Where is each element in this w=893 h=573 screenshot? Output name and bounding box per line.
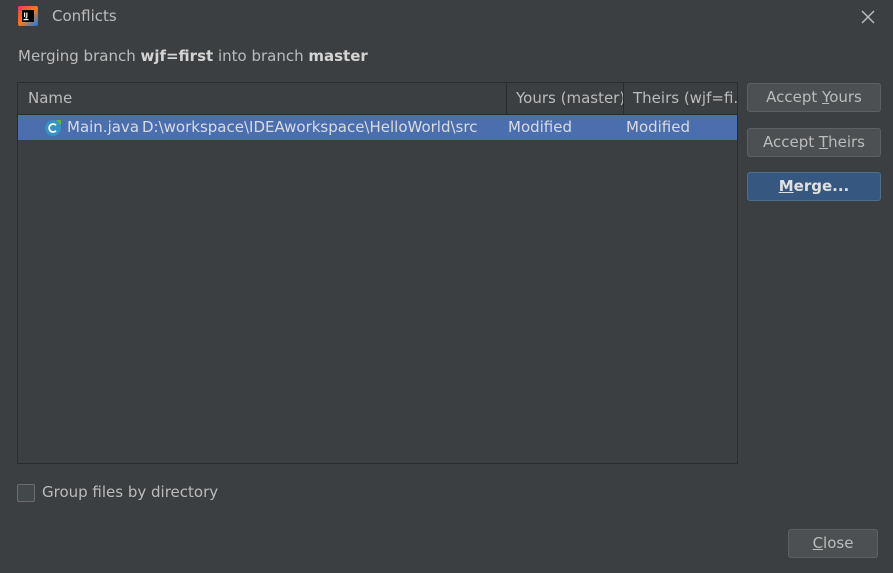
merge-mnemonic: M <box>778 177 794 195</box>
merge-button[interactable]: Merge... <box>747 172 881 201</box>
accept-theirs-mnemonic: T <box>818 133 829 151</box>
table-row[interactable]: Main.java D:\workspace\IDEAworkspace\Hel… <box>18 115 737 140</box>
close-mnemonic: C <box>812 534 824 552</box>
merge-description: Merging branch wjf=first into branch mas… <box>18 47 368 65</box>
intellij-idea-icon: IJ <box>18 6 38 26</box>
accept-yours-button[interactable]: Accept Yours <box>747 83 881 112</box>
column-header-yours[interactable]: Yours (master) <box>506 83 623 114</box>
accept-theirs-label-start: Accept <box>763 133 819 151</box>
file-name: Main.java <box>67 118 140 136</box>
title-bar: IJ Conflicts <box>0 0 893 34</box>
accept-yours-label-end: ours <box>829 88 862 106</box>
close-button[interactable]: Close <box>788 529 878 558</box>
file-path: D:\workspace\IDEAworkspace\HelloWorld\sr… <box>142 118 478 136</box>
close-label-end: lose <box>823 534 854 552</box>
close-icon[interactable] <box>858 7 878 27</box>
table-header: Name Yours (master) Theirs (wjf=fi... <box>18 83 737 115</box>
accept-theirs-button[interactable]: Accept Theirs <box>747 128 881 157</box>
column-header-name[interactable]: Name <box>18 83 506 114</box>
group-files-checkbox[interactable] <box>17 484 35 502</box>
source-branch: wjf=first <box>140 47 214 65</box>
subtitle-middle: into branch <box>213 47 309 65</box>
merge-label-end: erge... <box>793 177 850 195</box>
accept-yours-label-start: Accept <box>766 88 823 106</box>
theirs-status: Modified <box>626 118 691 136</box>
yours-status: Modified <box>508 118 573 136</box>
group-files-label[interactable]: Group files by directory <box>42 483 218 501</box>
svg-text:IJ: IJ <box>24 12 28 19</box>
accept-theirs-label-end: heirs <box>828 133 865 151</box>
subtitle-prefix: Merging branch <box>18 47 141 65</box>
conflicts-table[interactable]: Name Yours (master) Theirs (wjf=fi... Ma… <box>17 82 738 464</box>
column-header-theirs[interactable]: Theirs (wjf=fi... <box>623 83 737 114</box>
target-branch: master <box>308 47 368 65</box>
window-title: Conflicts <box>52 7 117 25</box>
java-class-icon <box>45 120 61 136</box>
